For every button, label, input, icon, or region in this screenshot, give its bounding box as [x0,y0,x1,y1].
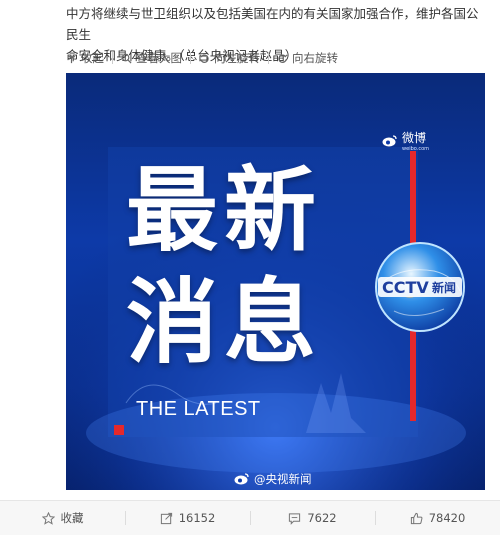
post-text-line1: 中方将继续与世卫组织以及包括美国在内的有关国家加强合作，维护各国公民生 [66,6,479,42]
magnifier-icon [121,53,132,64]
toolbar-divider [190,52,191,64]
red-accent-square [114,425,124,435]
rotate-right-icon [278,53,288,63]
collapse-button[interactable]: 收起 [66,50,104,66]
post-action-bar: 收藏 16152 7622 78420 [0,500,500,535]
repost-button[interactable]: 16152 [125,501,250,535]
rotate-right-button[interactable]: 向右旋转 [277,50,338,66]
cctv-weibo-watermark: @央视新闻 [234,471,312,487]
like-count: 78420 [428,511,466,525]
collapse-label: 收起 [81,51,104,65]
headline: 最新 消息 [126,155,396,379]
view-large-button[interactable]: 查看大图 [121,50,182,66]
favorite-label: 收藏 [60,511,84,525]
rotate-left-icon [199,53,209,63]
post-image[interactable]: 微博 weibo.com 最新 消息 CCTV 新闻 THE LATEST @央… [66,73,485,490]
weibo-logo-icon [234,473,249,485]
toolbar-divider [112,52,113,64]
repost-icon [160,512,172,524]
like-button[interactable]: 78420 [375,501,500,535]
headline-line2: 消息 [126,269,323,376]
collapse-icon [67,55,76,63]
rotate-left-label: 向左旋转 [214,51,260,65]
view-large-label: 查看大图 [136,51,182,65]
weibo-watermark: 微博 weibo.com [382,129,429,152]
cctv-news-text: 新闻 [432,280,456,295]
favorite-button[interactable]: 收藏 [0,501,125,535]
toolbar-divider [268,52,269,64]
weibo-post-card: 中方将继续与世卫组织以及包括美国在内的有关国家加强合作，维护各国公民生 命安全和… [0,0,500,500]
watermark-text: @央视新闻 [254,472,312,486]
latest-english-text: THE LATEST [136,398,261,420]
image-toolbar: 收起 查看大图 向左旋转 向右旋转 [66,48,338,68]
comment-icon [289,512,301,525]
headline-line1: 最新 [126,157,323,264]
weibo-logo-icon [382,134,397,146]
rotate-right-label: 向右旋转 [292,51,338,65]
comment-count: 7622 [307,511,337,525]
comment-button[interactable]: 7622 [250,501,375,535]
cctv-news-logo: CCTV 新闻 [375,242,465,332]
cctv-logo-text: CCTV [382,278,429,297]
star-icon [41,511,55,525]
weibo-brand-text: 微博 [402,131,427,145]
thumbs-up-icon [410,512,423,524]
repost-count: 16152 [178,511,216,525]
rotate-left-button[interactable]: 向左旋转 [199,50,260,66]
